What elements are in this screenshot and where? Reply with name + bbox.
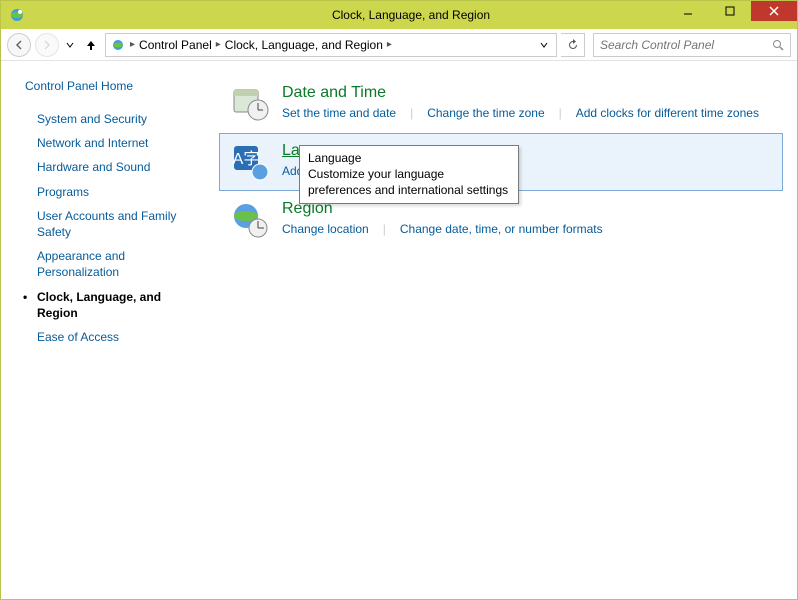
location-icon [110,37,126,53]
body: Control Panel Home System and Security N… [1,61,797,599]
region-icon [230,200,270,240]
category-date-time: Date and Time Set the time and date | Ch… [219,75,783,133]
link-change-time-zone[interactable]: Change the time zone [427,106,544,120]
forward-button[interactable] [35,33,59,57]
window-buttons [667,1,797,21]
search-box[interactable] [593,33,791,57]
sidebar-item-network-internet[interactable]: Network and Internet [25,131,203,155]
sidebar-list: System and Security Network and Internet… [25,107,203,349]
chevron-right-icon: ▸ [387,39,392,50]
sidebar-item-user-accounts[interactable]: User Accounts and Family Safety [25,204,203,244]
address-bar[interactable]: ▸ Control Panel ▸ Clock, Language, and R… [105,33,557,57]
sidebar-item-programs[interactable]: Programs [25,180,203,204]
date-time-icon [230,84,270,124]
search-input[interactable] [600,38,772,52]
chevron-right-icon: ▸ [130,39,135,50]
close-button[interactable] [751,1,797,21]
link-change-formats[interactable]: Change date, time, or number formats [400,222,603,236]
link-add-clocks[interactable]: Add clocks for different time zones [576,106,759,120]
sidebar-item-hardware-sound[interactable]: Hardware and Sound [25,155,203,179]
tooltip: Language Customize your language prefere… [299,145,519,204]
toolbar: ▸ Control Panel ▸ Clock, Language, and R… [1,29,797,61]
tooltip-title: Language [308,150,510,166]
window: Clock, Language, and Region [0,0,798,600]
breadcrumb-clock-language-region[interactable]: Clock, Language, and Region [225,38,383,52]
category-title-date-time[interactable]: Date and Time [282,84,772,102]
sidebar-item-system-security[interactable]: System and Security [25,107,203,131]
address-dropdown[interactable] [536,41,552,49]
chevron-right-icon: ▸ [216,39,221,50]
content: Date and Time Set the time and date | Ch… [213,61,797,599]
language-icon: A字 [230,142,270,182]
control-panel-home-link[interactable]: Control Panel Home [25,79,203,93]
history-dropdown[interactable] [63,33,77,57]
link-change-location[interactable]: Change location [282,222,369,236]
up-button[interactable] [81,33,101,57]
sidebar-item-clock-language-region[interactable]: Clock, Language, and Region [25,285,203,325]
titlebar: Clock, Language, and Region [1,1,797,29]
minimize-button[interactable] [667,1,709,21]
sidebar: Control Panel Home System and Security N… [1,61,213,599]
maximize-button[interactable] [709,1,751,21]
breadcrumb-control-panel[interactable]: Control Panel [139,38,212,52]
link-set-time-date[interactable]: Set the time and date [282,106,396,120]
refresh-button[interactable] [561,33,585,57]
app-icon [9,7,25,23]
search-icon [772,39,784,51]
tooltip-body: Customize your language preferences and … [308,166,510,198]
back-button[interactable] [7,33,31,57]
sidebar-item-ease-of-access[interactable]: Ease of Access [25,325,203,349]
sidebar-item-appearance[interactable]: Appearance and Personalization [25,244,203,284]
